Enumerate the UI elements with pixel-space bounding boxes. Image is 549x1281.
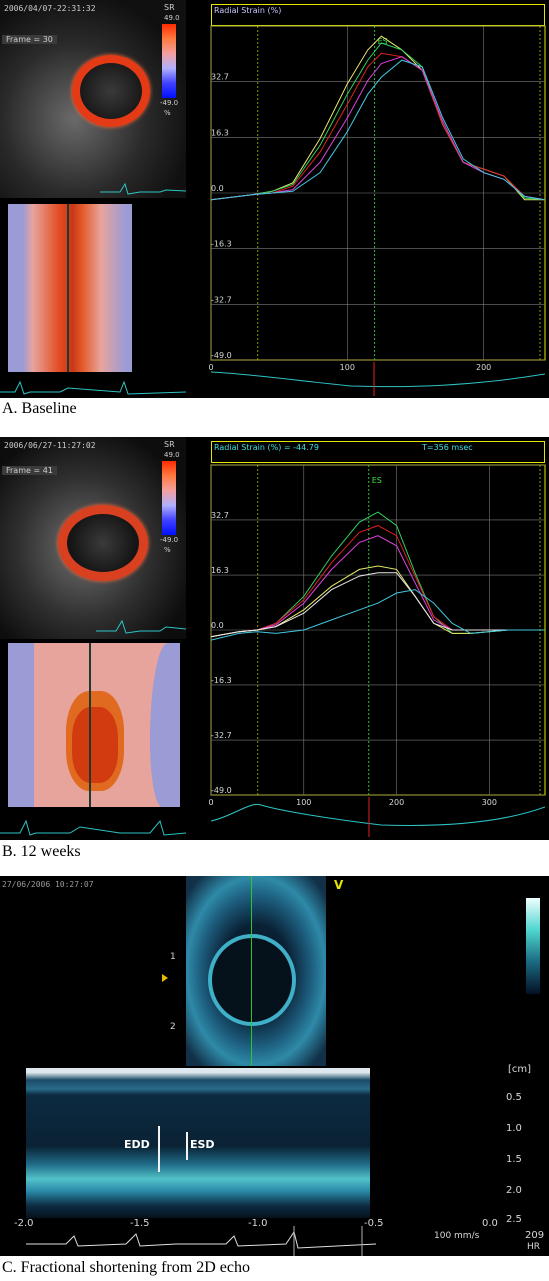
- scale-max: 49.0: [164, 14, 180, 22]
- panel-a: 2006/04/07-22:31:32 Frame = 30 SR 49.0 -…: [0, 0, 549, 398]
- y-tick-label: -16.3: [211, 240, 232, 249]
- scale-min: -49.0: [160, 536, 179, 544]
- y-tick-label: 0.0: [211, 621, 224, 630]
- time-tick-0: 0.0: [482, 1218, 498, 1229]
- y-tick-label: -49.0: [211, 786, 232, 795]
- map-cursor-b: [89, 643, 91, 807]
- depth-tick-1: 1: [170, 952, 176, 962]
- v-marker: V: [334, 878, 344, 892]
- caption-b: B. 12 weeks: [2, 843, 81, 860]
- y-tick-label: -32.7: [211, 295, 232, 304]
- ecg-mini-a: [100, 182, 186, 195]
- timestamp: 2006/06/27-11:27:02: [4, 441, 96, 450]
- y-tick-label: 32.7: [211, 73, 229, 82]
- esd-line: [186, 1132, 188, 1160]
- ecg-trace-c: [26, 1226, 376, 1256]
- map-cursor-a: [67, 204, 69, 372]
- cm-unit: [cm]: [508, 1064, 532, 1075]
- bottom-trace-a: [211, 362, 545, 396]
- sweep-speed: 100 mm/s: [434, 1231, 480, 1241]
- strain-series-line: [210, 535, 545, 638]
- caption-a: A. Baseline: [2, 400, 77, 417]
- color-scale-bar: [162, 461, 176, 535]
- scale-unit: %: [164, 109, 171, 117]
- panel-c: 27/06/2006 10:27:07 V 1 2 EDD ESD [cm] 0…: [0, 876, 549, 1256]
- cm-tick-1-5: 1.5: [506, 1154, 522, 1165]
- cm-tick-2-5: 2.5: [506, 1214, 522, 1225]
- caption-c: C. Fractional shortening from 2D echo: [2, 1259, 250, 1276]
- y-tick-label: 0.0: [211, 184, 224, 193]
- radial-strain-chart-b: 49.032.716.30.0-16.3-32.7-49.00100200300…: [208, 463, 546, 807]
- map-hot-core: [72, 707, 118, 783]
- depth-marker-arrow: [162, 974, 168, 982]
- time-readout: T=356 msec: [422, 443, 473, 452]
- cm-tick-0-5: 0.5: [506, 1092, 522, 1103]
- scale-unit: %: [164, 546, 171, 554]
- timestamp: 2006/04/07-22:31:32: [4, 4, 96, 13]
- panel-b: 2006/06/27-11:27:02 Frame = 41 SR 49.0 -…: [0, 437, 549, 840]
- gray-scale-bar: [526, 898, 540, 994]
- chart-title-bar: Radial Strain (%): [211, 4, 545, 26]
- strain-ring-a: [72, 55, 150, 127]
- chart-title: Radial Strain (%): [214, 6, 282, 15]
- sr-label: SR: [164, 440, 175, 449]
- cm-tick-2-0: 2.0: [506, 1185, 522, 1196]
- scale-max: 49.0: [164, 451, 180, 459]
- strain-ring-b: [58, 505, 148, 581]
- hr-value: 209: [525, 1230, 545, 1241]
- strain-series-line: [210, 589, 545, 641]
- radial-strain-chart-a: 49.032.716.30.0-16.3-32.7-49.00100200ES: [208, 24, 546, 372]
- sr-label: SR: [164, 3, 175, 12]
- ecg-mini-b: [96, 619, 186, 634]
- echo-cavity: [208, 934, 296, 1026]
- edd-label: EDD: [124, 1138, 150, 1151]
- strain-series-line: [210, 52, 546, 201]
- y-tick-label: 16.3: [211, 566, 229, 575]
- y-tick-label: -49.0: [211, 351, 232, 360]
- frame-counter: Frame = 41: [2, 466, 57, 475]
- hr-label: HR: [527, 1242, 541, 1252]
- ecg-strip-a: [0, 380, 186, 395]
- ecg-strip-b: [0, 819, 186, 836]
- strain-series-line: [210, 511, 545, 638]
- strain-series-line: [210, 56, 546, 201]
- map-blue-left: [8, 643, 34, 807]
- bottom-trace-b: [211, 797, 545, 837]
- es-label: ES: [372, 476, 382, 485]
- strain-series-line: [210, 565, 545, 638]
- y-tick-label: 49.0: [211, 463, 229, 465]
- strain-series-line: [210, 572, 545, 638]
- y-tick-label: -16.3: [211, 676, 232, 685]
- strain-series-line: [210, 525, 545, 638]
- scale-min: -49.0: [160, 99, 179, 107]
- strain-series-line: [210, 35, 545, 201]
- strain-series-line: [210, 59, 546, 201]
- y-tick-label: -32.7: [211, 731, 232, 740]
- depth-tick-2: 2: [170, 1022, 176, 1032]
- y-tick-label: 32.7: [211, 511, 229, 520]
- cm-tick-1-0: 1.0: [506, 1123, 522, 1134]
- chart-title: Radial Strain (%) = -44.79: [214, 443, 319, 452]
- edd-line: [158, 1126, 160, 1172]
- esd-label: ESD: [190, 1138, 215, 1151]
- color-scale-bar: [162, 24, 176, 98]
- y-tick-label: 16.3: [211, 128, 229, 137]
- m-mode-cursor-line: [251, 876, 252, 1066]
- timestamp: 27/06/2006 10:27:07: [2, 880, 94, 889]
- y-tick-label: 49.0: [211, 24, 229, 26]
- strain-map-a: [8, 204, 132, 372]
- chart-title-bar: Radial Strain (%) = -44.79 T=356 msec: [211, 441, 545, 463]
- frame-counter: Frame = 30: [2, 35, 57, 44]
